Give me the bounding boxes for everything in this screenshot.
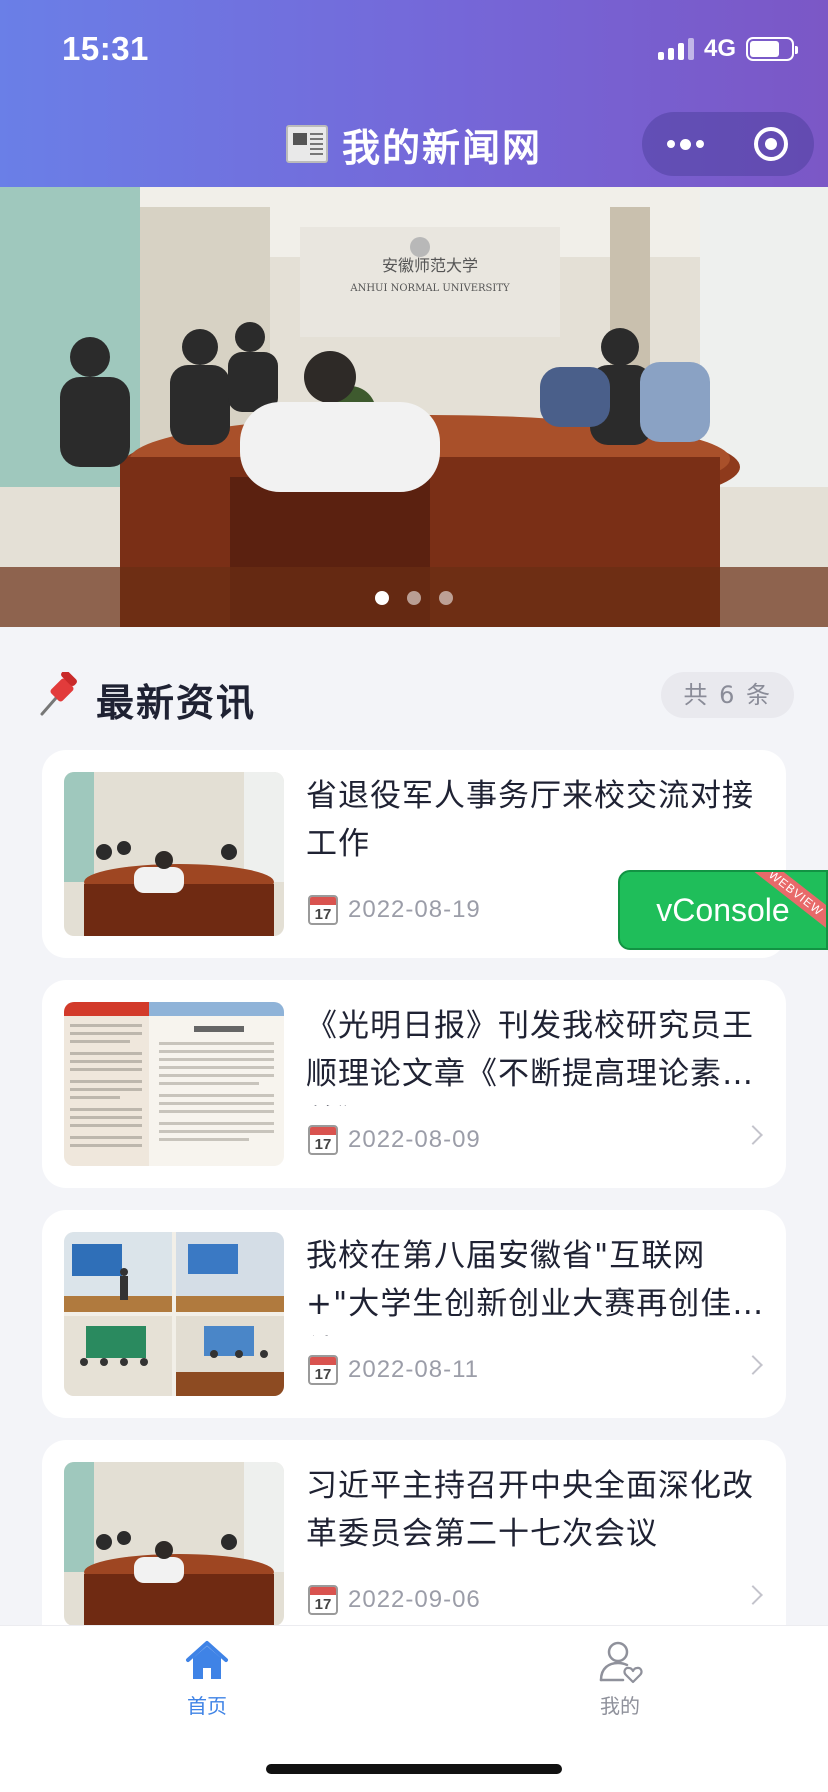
banner-sign: 安徽师范大学	[382, 256, 478, 275]
battery-icon	[746, 37, 798, 61]
news-title: 省退役军人事务厅来校交流对接工作	[306, 778, 754, 862]
news-date: 2022-09-06	[348, 1586, 481, 1613]
carousel-indicators	[0, 591, 828, 605]
news-thumbnail	[64, 1232, 284, 1396]
news-date-row: 17 2022-09-06	[308, 1585, 481, 1615]
status-time: 15:31	[62, 30, 149, 67]
news-date: 2022-08-19	[348, 896, 481, 923]
pushpin-icon	[40, 672, 77, 716]
tab-label: 我的	[600, 1694, 640, 1718]
signal-icon	[657, 38, 694, 60]
tab-label: 首页	[187, 1694, 227, 1718]
banner-carousel[interactable]: 安徽师范大学 ANHUI NORMAL UNIVERSITY	[0, 187, 828, 627]
tab-home[interactable]: 首页	[147, 1638, 267, 1719]
banner-photo: 安徽师范大学 ANHUI NORMAL UNIVERSITY	[0, 187, 828, 627]
banner-sign-en: ANHUI NORMAL UNIVERSITY	[349, 283, 510, 294]
header: 15:31 4G 我的新闻网	[0, 0, 828, 187]
count-badge: 共 6 条	[661, 672, 794, 718]
news-date: 2022-08-09	[348, 1126, 481, 1153]
mini-program-capsule	[642, 112, 814, 176]
section-title: 最新资讯	[96, 681, 257, 725]
home-indicator	[266, 1764, 562, 1774]
calendar-icon: 17	[308, 1125, 338, 1155]
vconsole-label: vConsole	[656, 891, 790, 928]
carousel-dot[interactable]	[407, 591, 421, 605]
news-card[interactable]: 《光明日报》刊发我校研究员王顺理论文章《不断提高理论素养》 17 2022-08…	[42, 980, 786, 1188]
news-date: 2022-08-11	[348, 1356, 479, 1383]
home-icon	[186, 1641, 228, 1679]
vconsole-button[interactable]: vConsole WEBVIEW	[618, 870, 828, 950]
news-date-row: 17 2022-08-19	[308, 895, 481, 925]
news-title: 习近平主持召开中央全面深化改革委员会第二十七次会议	[306, 1468, 754, 1552]
news-thumbnail	[64, 1462, 284, 1625]
news-date-row: 17 2022-08-11	[308, 1355, 479, 1385]
calendar-icon: 17	[308, 895, 338, 925]
carousel-dot[interactable]	[375, 591, 389, 605]
news-title: 我校在第八届安徽省"互联网+"大学生创新创业大赛再创佳绩	[306, 1238, 733, 1336]
status-indicators: 4G	[657, 34, 798, 64]
news-card[interactable]: 我校在第八届安徽省"互联网+"大学生创新创业大赛再创佳绩 17 2022-08-…	[42, 1210, 786, 1418]
chevron-right-icon	[743, 1125, 763, 1145]
section-header: 最新资讯 共 6 条	[36, 664, 794, 730]
page-title: 我的新闻网	[341, 125, 542, 170]
calendar-icon: 17	[308, 1355, 338, 1385]
more-dots-icon[interactable]	[642, 112, 728, 176]
network-type: 4G	[703, 35, 736, 62]
tab-mine[interactable]: 我的	[560, 1638, 680, 1719]
news-date-row: 17 2022-08-09	[308, 1125, 481, 1155]
capsule-close-icon[interactable]	[728, 112, 814, 176]
newspaper-icon	[285, 125, 328, 163]
news-thumbnail	[64, 1002, 284, 1166]
user-heart-icon	[599, 1641, 643, 1684]
chevron-right-icon	[743, 1355, 763, 1375]
calendar-icon: 17	[308, 1585, 338, 1615]
chevron-right-icon	[743, 1585, 763, 1605]
news-thumbnail	[64, 772, 284, 936]
news-card[interactable]: 习近平主持召开中央全面深化改革委员会第二十七次会议 17 2022-09-06	[42, 1440, 786, 1625]
news-title: 《光明日报》刊发我校研究员王顺理论文章《不断提高理论素养》	[306, 1008, 754, 1106]
carousel-dot[interactable]	[439, 591, 453, 605]
